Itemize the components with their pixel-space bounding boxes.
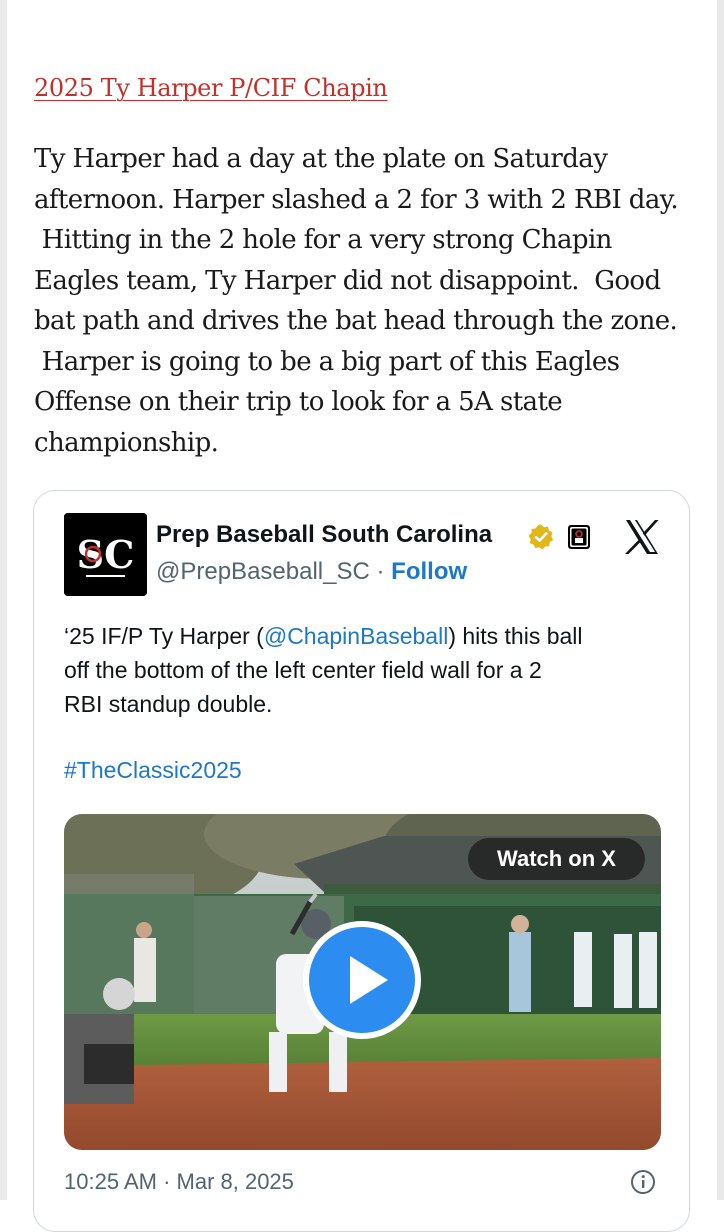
handle-row: @PrepBaseball_SC · Follow [156, 558, 467, 586]
avatar[interactable]: SC [64, 513, 147, 596]
follow-button[interactable]: Follow [391, 558, 467, 585]
tweet-text-line: RBI standup double. [64, 691, 273, 717]
verified-badge-icon [528, 524, 554, 550]
info-icon[interactable] [630, 1169, 656, 1195]
tweet-text-segment: ) hits this ball [448, 623, 583, 649]
affiliate-badge-icon [568, 525, 590, 549]
article-body-line: bat path and drives the bat head through… [34, 306, 678, 336]
article-body-line: Offense on their trip to look for a 5A s… [34, 387, 563, 417]
user-handle[interactable]: @PrepBaseball_SC [156, 558, 370, 585]
tweet-text-segment: ‘25 IF/P Ty Harper ( [64, 623, 264, 649]
article-body-line: afternoon. Harper slashed a 2 for 3 with… [34, 184, 679, 215]
embedded-tweet-card[interactable]: SC Prep Baseball South Carolina @PrepBas… [33, 490, 690, 1232]
video-thumbnail[interactable]: Watch on X [64, 814, 661, 1150]
display-name[interactable]: Prep Baseball South Carolina [156, 521, 492, 549]
article-body-line: Eagles team, Ty Harper did not disappoin… [34, 265, 661, 296]
tweet-timestamp[interactable]: 10:25 AM · Mar 8, 2025 [64, 1169, 294, 1195]
article-body: Ty Harper had a day at the plate on Satu… [34, 139, 694, 463]
right-page-border [717, 0, 724, 1200]
article-body-line: Harper is going to be a big part of this… [34, 346, 620, 377]
tweet-text: ‘25 IF/P Ty Harper (@ChapinBaseball) hit… [64, 619, 674, 721]
left-page-border [0, 0, 7, 1200]
mention-link[interactable]: @ChapinBaseball [264, 623, 448, 649]
watch-on-x-button[interactable]: Watch on X [468, 838, 645, 880]
article-body-line: championship. [34, 427, 219, 458]
article-body-line: Ty Harper had a day at the plate on Satu… [34, 144, 608, 174]
play-icon[interactable] [300, 918, 424, 1042]
tweet-text-line: off the bottom of the left center field … [64, 657, 542, 683]
handle-separator: · [376, 558, 385, 585]
hashtag-link[interactable]: #TheClassic2025 [64, 757, 242, 784]
tweet-text-line: ‘25 IF/P Ty Harper (@ChapinBaseball) hit… [64, 619, 674, 653]
article-title-link[interactable]: 2025 Ty Harper P/CIF Chapin [34, 74, 388, 102]
x-logo-icon[interactable] [622, 517, 662, 557]
article-body-line: Hitting in the 2 hole for a very strong … [34, 225, 613, 255]
